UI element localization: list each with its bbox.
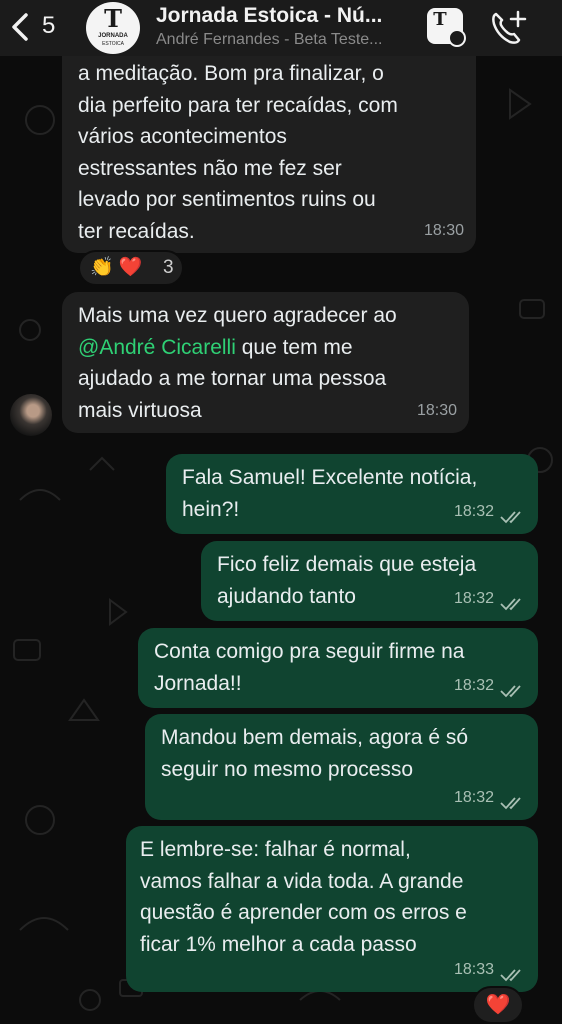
message-time: 18:32 xyxy=(453,589,494,607)
back-chevron-icon[interactable] xyxy=(6,10,36,44)
message-bubble[interactable]: E lembre-se: falhar é normal, vamos falh… xyxy=(126,826,538,992)
message-bubble[interactable]: Mais uma vez quero agradecer ao @André C… xyxy=(62,292,469,433)
message-time: 18:32 xyxy=(453,676,494,694)
message-time: 18:32 xyxy=(453,502,494,520)
community-badge-icon xyxy=(448,29,466,47)
read-ticks-icon xyxy=(500,685,521,698)
reaction-emojis: ❤️ xyxy=(485,994,511,1016)
avatar-logo-sub: ESTOICA xyxy=(102,41,124,47)
read-ticks-icon xyxy=(500,797,521,810)
message-time: 18:30 xyxy=(423,221,464,239)
message-time: 18:33 xyxy=(453,960,494,978)
mention-link[interactable]: @André Cicarelli xyxy=(78,336,236,359)
message-text: Mandou bem demais, agora é só seguir no … xyxy=(161,726,469,781)
chat-header: 5 T JORNADA ESTOICA Jornada Estoica - Nú… xyxy=(0,0,562,56)
add-call-icon[interactable] xyxy=(488,8,528,46)
message-reactions[interactable]: ❤️ xyxy=(472,986,524,1024)
message-bubble[interactable]: a meditação. Bom pra finalizar, o dia pe… xyxy=(62,28,476,253)
message-bubble[interactable]: Fala Samuel! Excelente notícia, hein?! 1… xyxy=(166,454,538,534)
read-ticks-icon xyxy=(500,511,521,524)
read-ticks-icon xyxy=(500,598,521,611)
message-time: 18:32 xyxy=(453,788,494,806)
group-avatar[interactable]: T JORNADA ESTOICA xyxy=(86,2,140,54)
message-text: a meditação. Bom pra finalizar, o dia pe… xyxy=(78,62,398,243)
message-text: E lembre-se: falhar é normal, vamos falh… xyxy=(140,838,467,956)
unread-count[interactable]: 5 xyxy=(42,12,55,40)
message-bubble[interactable]: Mandou bem demais, agora é só seguir no … xyxy=(145,714,538,820)
community-logo-letter: T xyxy=(433,9,447,30)
message-bubble[interactable]: Fico feliz demais que esteja ajudando ta… xyxy=(201,541,538,621)
message-reactions[interactable]: 👏 ❤️ 3 xyxy=(78,250,184,286)
sender-avatar[interactable] xyxy=(10,394,52,436)
chat-subtitle[interactable]: André Fernandes - Beta Teste... xyxy=(156,31,414,49)
avatar-logo-name: JORNADA xyxy=(98,33,128,39)
message-time: 18:30 xyxy=(416,401,457,419)
reaction-emojis: 👏 ❤️ xyxy=(90,257,143,278)
community-icon[interactable]: T xyxy=(427,8,466,47)
avatar-logo-letter: T xyxy=(104,4,122,33)
message-bubble[interactable]: Conta comigo pra seguir firme na Jornada… xyxy=(138,628,538,708)
reaction-count: 3 xyxy=(163,257,174,278)
chat-title[interactable]: Jornada Estoica - Nú... xyxy=(156,4,406,28)
read-ticks-icon xyxy=(500,969,521,982)
message-text-part: Mais uma vez quero agradecer ao xyxy=(78,304,397,327)
message-text: Mais uma vez quero agradecer ao @André C… xyxy=(78,300,455,426)
